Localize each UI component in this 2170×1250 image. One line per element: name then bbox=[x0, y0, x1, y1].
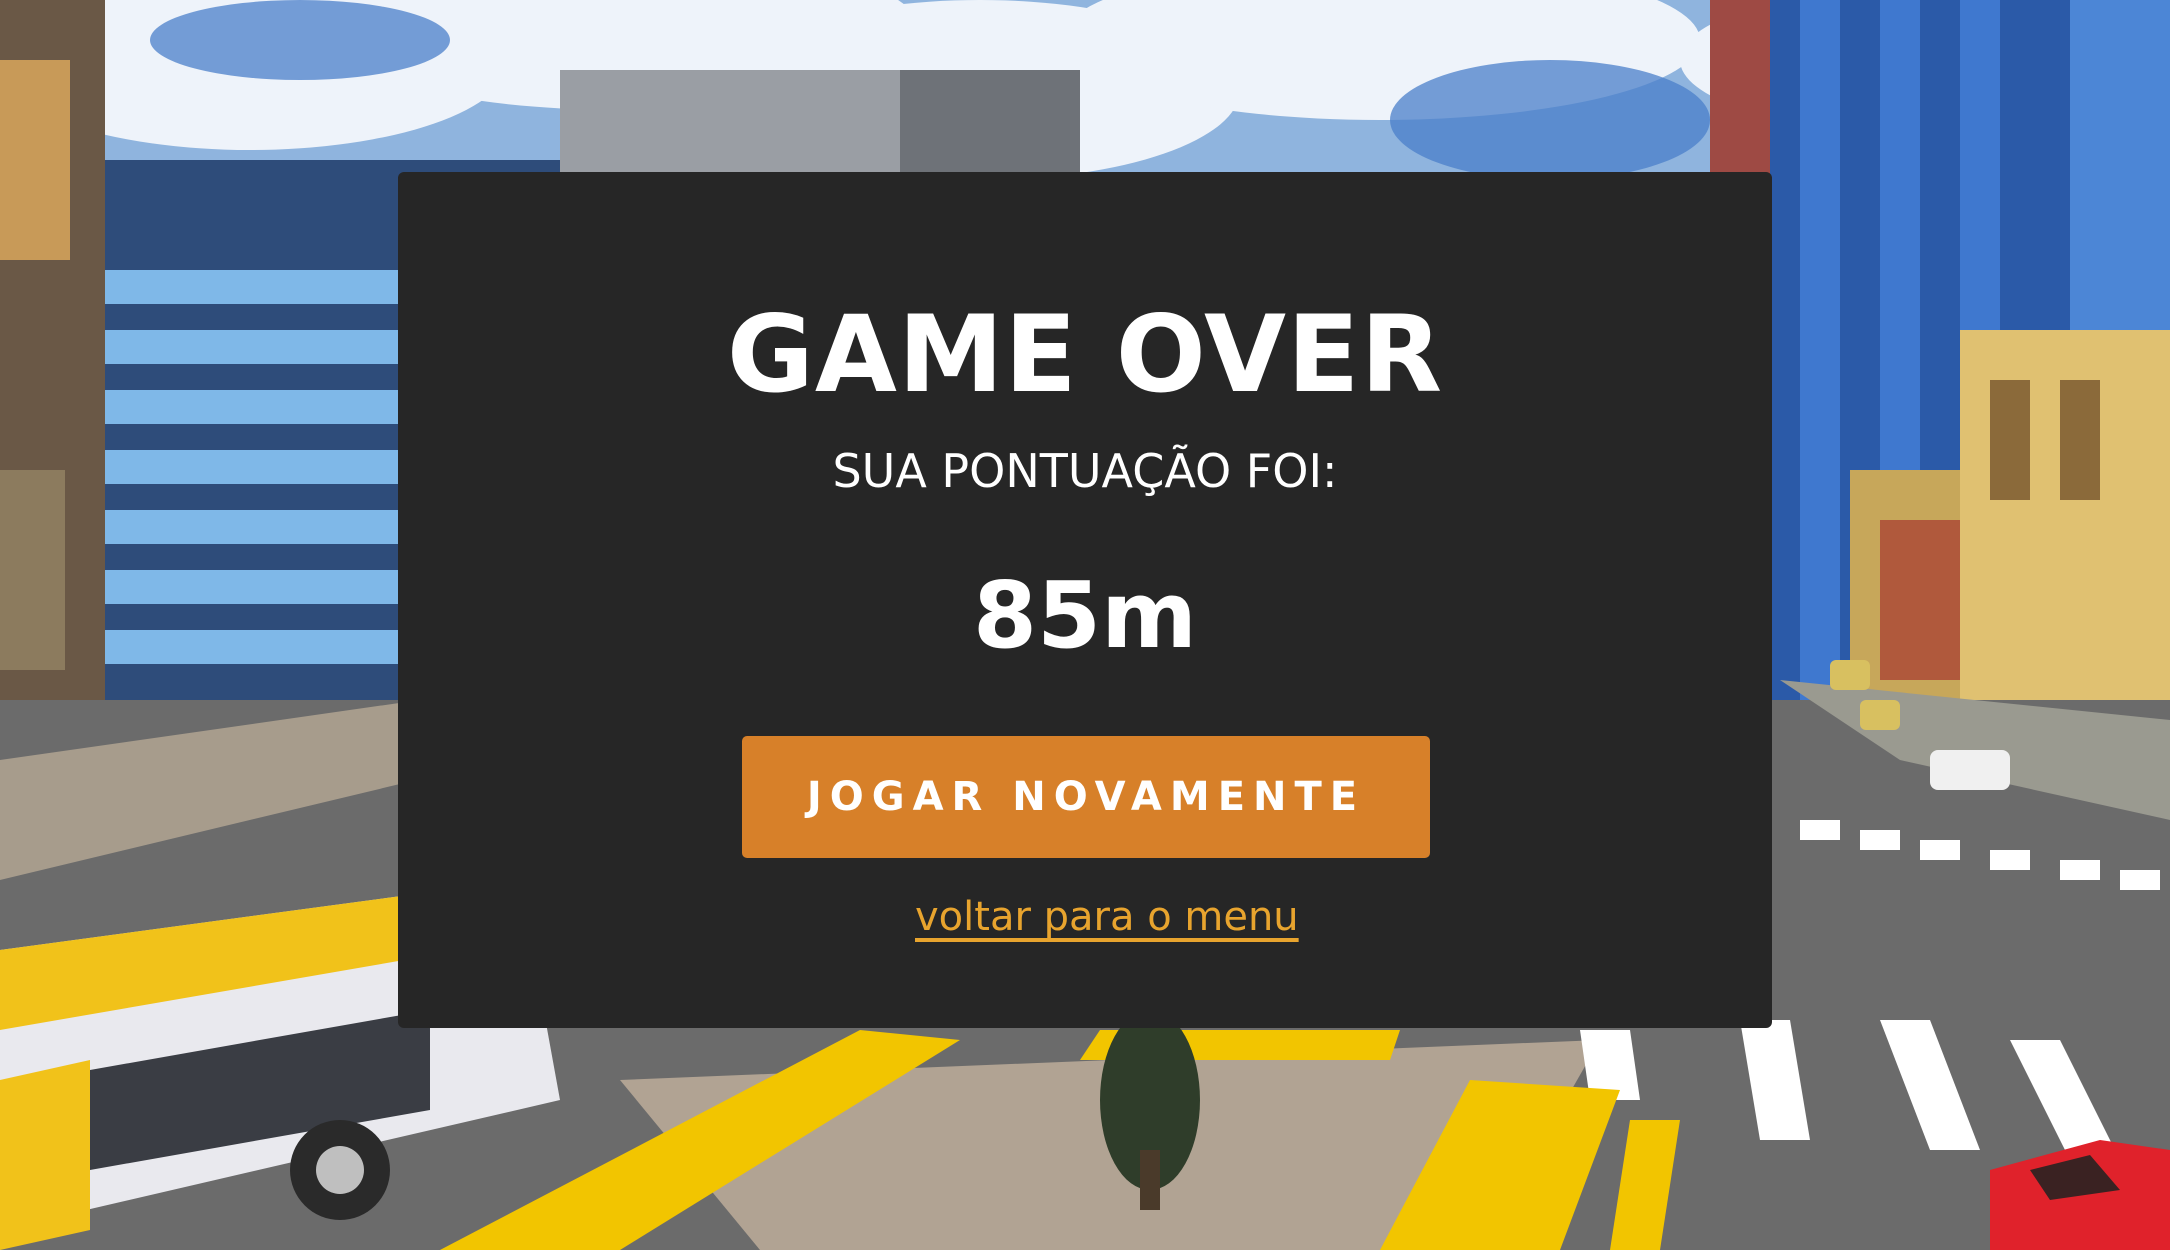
back-to-menu-link[interactable]: voltar para o menu bbox=[915, 894, 1299, 940]
game-over-dialog: GAME OVER SUA PONTUAÇÃO FOI: 85m JOGAR N… bbox=[398, 172, 1772, 1028]
score-label: SUA PONTUAÇÃO FOI: bbox=[832, 444, 1338, 498]
play-again-button[interactable]: JOGAR NOVAMENTE bbox=[742, 736, 1430, 858]
white-car bbox=[1930, 750, 2010, 790]
score-value: 85m bbox=[973, 562, 1197, 669]
game-over-title: GAME OVER bbox=[726, 293, 1444, 416]
